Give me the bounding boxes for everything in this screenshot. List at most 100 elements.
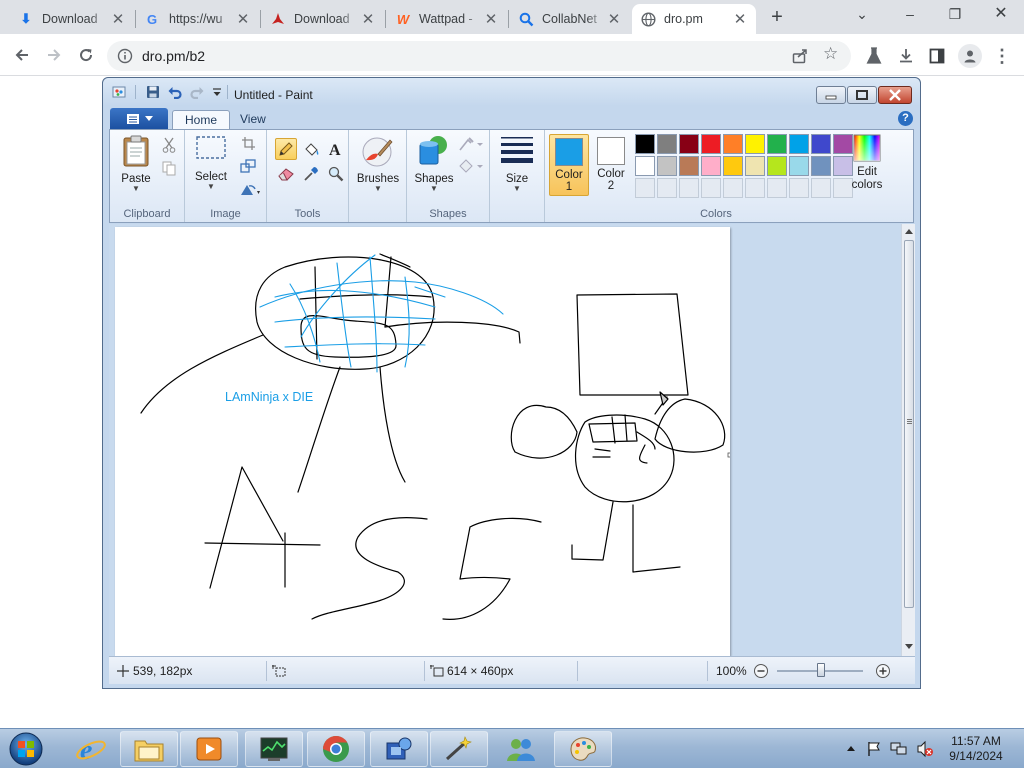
palette-swatch[interactable]	[701, 156, 721, 176]
custom-color-slot[interactable]	[723, 178, 743, 198]
tab-google[interactable]: G https://wu ✕	[137, 4, 259, 34]
taskbar-task-manager[interactable]	[245, 731, 303, 767]
copy-icon[interactable]	[159, 158, 179, 178]
taskbar-internet-explorer[interactable]: e	[62, 731, 120, 767]
custom-color-slot[interactable]	[767, 178, 787, 198]
taskbar-explorer[interactable]	[120, 731, 178, 767]
crop-icon[interactable]	[238, 133, 258, 153]
palette-swatch[interactable]	[789, 134, 809, 154]
tab-collabnet[interactable]: CollabNet ✕	[510, 4, 630, 34]
select-button[interactable]: Select ▼	[191, 134, 231, 191]
profile-avatar[interactable]	[958, 44, 982, 68]
close-icon[interactable]: ✕	[360, 10, 376, 28]
color-2-button[interactable]: Color 2	[591, 134, 631, 196]
show-hidden-icons-icon[interactable]	[846, 744, 856, 752]
fill-bucket-icon[interactable]	[300, 138, 322, 160]
custom-color-slot[interactable]	[657, 178, 677, 198]
volume-muted-icon[interactable]	[916, 740, 934, 758]
paint-minimize-button[interactable]	[816, 86, 846, 104]
download-icon[interactable]	[896, 46, 916, 66]
custom-color-slot[interactable]	[635, 178, 655, 198]
redo-icon[interactable]	[190, 85, 204, 99]
paint-maximize-button[interactable]	[847, 86, 877, 104]
palette-swatch[interactable]	[679, 156, 699, 176]
magnifier-icon[interactable]	[325, 163, 347, 185]
rotate-icon[interactable]	[238, 179, 264, 199]
paint-close-button[interactable]	[878, 86, 912, 104]
brushes-button[interactable]: Brushes ▼	[355, 134, 401, 193]
palette-swatch[interactable]	[701, 134, 721, 154]
url-text[interactable]: dro.pm/b2	[142, 48, 205, 64]
tab-wattpad[interactable]: W Wattpad - ✕	[387, 4, 507, 34]
zoom-slider-thumb[interactable]	[817, 663, 825, 677]
share-icon[interactable]	[791, 47, 809, 65]
palette-swatch[interactable]	[657, 156, 677, 176]
zoom-out-icon[interactable]	[753, 663, 769, 679]
palette-swatch[interactable]	[811, 134, 831, 154]
vertical-scrollbar[interactable]	[901, 224, 915, 656]
fill-icon[interactable]	[457, 156, 485, 176]
ribbon-tab-view[interactable]: View	[228, 110, 278, 130]
tab-download-2[interactable]: Download ✕	[262, 4, 384, 34]
close-window-button[interactable]: ✕	[989, 4, 1013, 26]
tab-search-chevron-icon[interactable]: ⌄	[850, 4, 874, 26]
palette-swatch[interactable]	[767, 134, 787, 154]
undo-icon[interactable]	[168, 85, 182, 99]
palette-swatch[interactable]	[679, 134, 699, 154]
back-button[interactable]	[10, 43, 34, 67]
palette-swatch[interactable]	[723, 156, 743, 176]
taskbar-chrome[interactable]	[307, 731, 365, 767]
palette-swatch[interactable]	[745, 156, 765, 176]
custom-color-slot[interactable]	[701, 178, 721, 198]
paste-button[interactable]: Paste ▼	[116, 134, 156, 193]
taskbar-sticky-app[interactable]	[430, 731, 488, 767]
address-bar[interactable]: dro.pm/b2 ☆	[107, 41, 851, 71]
drawing-canvas[interactable]: LAmNinja x DIE	[115, 227, 733, 656]
kebab-menu-icon[interactable]: ⋮	[992, 46, 1012, 66]
pencil-icon[interactable]	[275, 138, 297, 160]
paint-app-icon[interactable]	[112, 85, 126, 99]
close-icon[interactable]: ✕	[483, 10, 499, 28]
bookmark-star-icon[interactable]: ☆	[823, 44, 838, 64]
save-icon[interactable]	[146, 85, 160, 99]
palette-swatch[interactable]	[811, 156, 831, 176]
clock[interactable]: 11:57 AM 9/14/2024	[944, 734, 1008, 764]
color-picker-icon[interactable]	[300, 163, 322, 185]
site-info-icon[interactable]	[117, 48, 133, 64]
edit-colors-button[interactable]: Edit colors	[849, 133, 885, 192]
text-tool-icon[interactable]: A	[325, 138, 347, 160]
paint-menu-button[interactable]	[110, 108, 168, 130]
cut-icon[interactable]	[159, 135, 179, 155]
forward-button[interactable]	[42, 43, 66, 67]
palette-swatch[interactable]	[745, 134, 765, 154]
palette-swatch[interactable]	[657, 134, 677, 154]
custom-color-slot[interactable]	[745, 178, 765, 198]
taskbar-remote-app[interactable]	[370, 731, 428, 767]
taskbar-users-app[interactable]	[492, 731, 550, 767]
help-icon[interactable]: ?	[898, 111, 913, 126]
palette-swatch[interactable]	[723, 134, 743, 154]
close-icon[interactable]: ✕	[235, 10, 251, 28]
outline-icon[interactable]	[457, 134, 485, 154]
reload-button[interactable]	[74, 43, 98, 67]
action-center-flag-icon[interactable]	[866, 741, 882, 757]
side-panel-icon[interactable]	[927, 46, 947, 66]
canvas-resize-handle[interactable]	[727, 452, 733, 458]
scroll-up-arrow-icon[interactable]	[904, 227, 914, 235]
tab-dro-pm[interactable]: dro.pm ✕	[632, 4, 756, 34]
size-button[interactable]: Size ▼	[496, 134, 538, 193]
close-icon[interactable]: ✕	[110, 10, 126, 28]
palette-swatch[interactable]	[635, 134, 655, 154]
zoom-in-icon[interactable]	[875, 663, 891, 679]
minimize-button[interactable]: –	[898, 4, 922, 26]
close-icon[interactable]: ✕	[606, 10, 622, 28]
resize-icon[interactable]	[238, 156, 258, 176]
network-icon[interactable]	[890, 741, 908, 757]
taskbar-paint[interactable]	[554, 731, 612, 767]
scroll-down-arrow-icon[interactable]	[904, 643, 914, 651]
palette-swatch[interactable]	[767, 156, 787, 176]
palette-swatch[interactable]	[789, 156, 809, 176]
restore-button[interactable]: ❐	[943, 4, 967, 26]
customize-toolbar-icon[interactable]	[210, 85, 224, 99]
color-1-button[interactable]: Color 1	[549, 134, 589, 196]
